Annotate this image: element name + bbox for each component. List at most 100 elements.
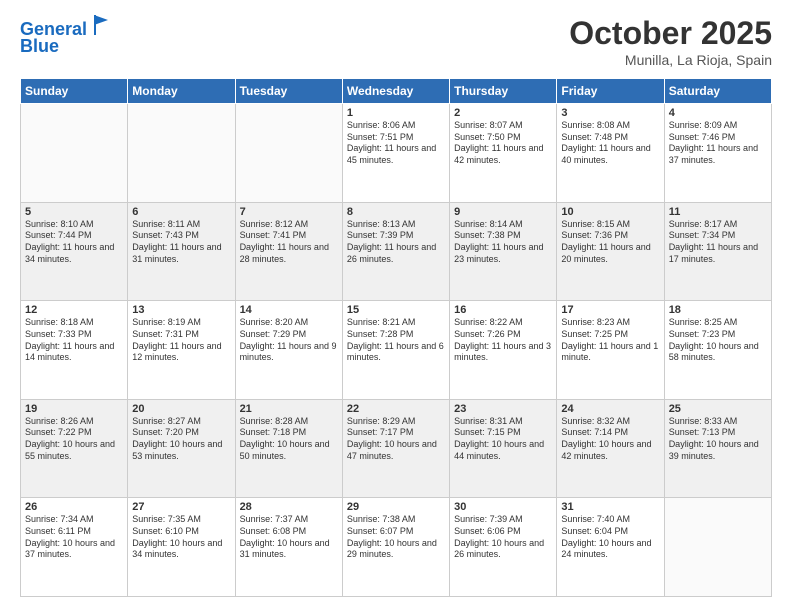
day-number: 6 (132, 206, 230, 218)
calendar-cell: 30Sunrise: 7:39 AM Sunset: 6:06 PM Dayli… (450, 498, 557, 597)
day-info: Sunrise: 8:26 AM Sunset: 7:22 PM Dayligh… (25, 416, 123, 463)
calendar-cell: 4Sunrise: 8:09 AM Sunset: 7:46 PM Daylig… (664, 104, 771, 203)
calendar-cell: 7Sunrise: 8:12 AM Sunset: 7:41 PM Daylig… (235, 202, 342, 301)
calendar-cell: 8Sunrise: 8:13 AM Sunset: 7:39 PM Daylig… (342, 202, 449, 301)
calendar-cell: 9Sunrise: 8:14 AM Sunset: 7:38 PM Daylig… (450, 202, 557, 301)
day-info: Sunrise: 8:12 AM Sunset: 7:41 PM Dayligh… (240, 219, 338, 266)
day-number: 7 (240, 206, 338, 218)
day-number: 19 (25, 403, 123, 415)
calendar-cell: 19Sunrise: 8:26 AM Sunset: 7:22 PM Dayli… (21, 399, 128, 498)
calendar-cell: 2Sunrise: 8:07 AM Sunset: 7:50 PM Daylig… (450, 104, 557, 203)
day-info: Sunrise: 8:13 AM Sunset: 7:39 PM Dayligh… (347, 219, 445, 266)
day-info: Sunrise: 8:14 AM Sunset: 7:38 PM Dayligh… (454, 219, 552, 266)
calendar-cell: 23Sunrise: 8:31 AM Sunset: 7:15 PM Dayli… (450, 399, 557, 498)
day-number: 5 (25, 206, 123, 218)
header-thursday: Thursday (450, 79, 557, 104)
title-block: October 2025 Munilla, La Rioja, Spain (569, 15, 772, 68)
day-info: Sunrise: 8:25 AM Sunset: 7:23 PM Dayligh… (669, 317, 767, 364)
calendar-cell: 20Sunrise: 8:27 AM Sunset: 7:20 PM Dayli… (128, 399, 235, 498)
day-number: 16 (454, 304, 552, 316)
day-info: Sunrise: 8:22 AM Sunset: 7:26 PM Dayligh… (454, 317, 552, 364)
day-number: 31 (561, 501, 659, 513)
day-info: Sunrise: 8:07 AM Sunset: 7:50 PM Dayligh… (454, 120, 552, 167)
day-info: Sunrise: 8:31 AM Sunset: 7:15 PM Dayligh… (454, 416, 552, 463)
day-number: 25 (669, 403, 767, 415)
day-number: 13 (132, 304, 230, 316)
day-number: 28 (240, 501, 338, 513)
logo-flag-icon (94, 15, 114, 35)
day-info: Sunrise: 8:21 AM Sunset: 7:28 PM Dayligh… (347, 317, 445, 364)
calendar-cell: 26Sunrise: 7:34 AM Sunset: 6:11 PM Dayli… (21, 498, 128, 597)
day-number: 1 (347, 107, 445, 119)
logo: General Blue (20, 15, 114, 57)
header-tuesday: Tuesday (235, 79, 342, 104)
day-number: 10 (561, 206, 659, 218)
calendar-cell: 31Sunrise: 7:40 AM Sunset: 6:04 PM Dayli… (557, 498, 664, 597)
day-number: 11 (669, 206, 767, 218)
day-info: Sunrise: 7:38 AM Sunset: 6:07 PM Dayligh… (347, 514, 445, 561)
calendar-cell: 24Sunrise: 8:32 AM Sunset: 7:14 PM Dayli… (557, 399, 664, 498)
day-number: 22 (347, 403, 445, 415)
day-info: Sunrise: 8:17 AM Sunset: 7:34 PM Dayligh… (669, 219, 767, 266)
calendar-cell: 16Sunrise: 8:22 AM Sunset: 7:26 PM Dayli… (450, 301, 557, 400)
day-info: Sunrise: 8:28 AM Sunset: 7:18 PM Dayligh… (240, 416, 338, 463)
calendar-table: Sunday Monday Tuesday Wednesday Thursday… (20, 78, 772, 597)
day-info: Sunrise: 7:35 AM Sunset: 6:10 PM Dayligh… (132, 514, 230, 561)
day-info: Sunrise: 8:18 AM Sunset: 7:33 PM Dayligh… (25, 317, 123, 364)
day-number: 30 (454, 501, 552, 513)
calendar-cell (21, 104, 128, 203)
calendar-cell: 27Sunrise: 7:35 AM Sunset: 6:10 PM Dayli… (128, 498, 235, 597)
day-number: 27 (132, 501, 230, 513)
day-info: Sunrise: 7:39 AM Sunset: 6:06 PM Dayligh… (454, 514, 552, 561)
week-row-2: 5Sunrise: 8:10 AM Sunset: 7:44 PM Daylig… (21, 202, 772, 301)
header-wednesday: Wednesday (342, 79, 449, 104)
calendar-cell: 28Sunrise: 7:37 AM Sunset: 6:08 PM Dayli… (235, 498, 342, 597)
calendar-subtitle: Munilla, La Rioja, Spain (569, 52, 772, 68)
day-info: Sunrise: 7:40 AM Sunset: 6:04 PM Dayligh… (561, 514, 659, 561)
day-number: 26 (25, 501, 123, 513)
day-info: Sunrise: 8:11 AM Sunset: 7:43 PM Dayligh… (132, 219, 230, 266)
calendar-cell: 3Sunrise: 8:08 AM Sunset: 7:48 PM Daylig… (557, 104, 664, 203)
day-number: 18 (669, 304, 767, 316)
page: General Blue October 2025 Munilla, La Ri… (0, 0, 792, 612)
calendar-cell: 18Sunrise: 8:25 AM Sunset: 7:23 PM Dayli… (664, 301, 771, 400)
day-number: 17 (561, 304, 659, 316)
week-row-1: 1Sunrise: 8:06 AM Sunset: 7:51 PM Daylig… (21, 104, 772, 203)
day-info: Sunrise: 7:37 AM Sunset: 6:08 PM Dayligh… (240, 514, 338, 561)
day-info: Sunrise: 8:32 AM Sunset: 7:14 PM Dayligh… (561, 416, 659, 463)
calendar-cell: 11Sunrise: 8:17 AM Sunset: 7:34 PM Dayli… (664, 202, 771, 301)
calendar-cell: 25Sunrise: 8:33 AM Sunset: 7:13 PM Dayli… (664, 399, 771, 498)
day-number: 21 (240, 403, 338, 415)
day-info: Sunrise: 8:10 AM Sunset: 7:44 PM Dayligh… (25, 219, 123, 266)
day-info: Sunrise: 8:06 AM Sunset: 7:51 PM Dayligh… (347, 120, 445, 167)
day-number: 3 (561, 107, 659, 119)
weekday-header-row: Sunday Monday Tuesday Wednesday Thursday… (21, 79, 772, 104)
day-number: 20 (132, 403, 230, 415)
calendar-cell: 29Sunrise: 7:38 AM Sunset: 6:07 PM Dayli… (342, 498, 449, 597)
calendar-cell: 12Sunrise: 8:18 AM Sunset: 7:33 PM Dayli… (21, 301, 128, 400)
calendar-cell: 5Sunrise: 8:10 AM Sunset: 7:44 PM Daylig… (21, 202, 128, 301)
calendar-title: October 2025 (569, 15, 772, 52)
header-friday: Friday (557, 79, 664, 104)
calendar-cell: 22Sunrise: 8:29 AM Sunset: 7:17 PM Dayli… (342, 399, 449, 498)
day-number: 23 (454, 403, 552, 415)
day-info: Sunrise: 8:09 AM Sunset: 7:46 PM Dayligh… (669, 120, 767, 167)
calendar-cell: 6Sunrise: 8:11 AM Sunset: 7:43 PM Daylig… (128, 202, 235, 301)
calendar-cell (128, 104, 235, 203)
day-info: Sunrise: 8:27 AM Sunset: 7:20 PM Dayligh… (132, 416, 230, 463)
day-number: 4 (669, 107, 767, 119)
day-number: 24 (561, 403, 659, 415)
calendar-cell: 13Sunrise: 8:19 AM Sunset: 7:31 PM Dayli… (128, 301, 235, 400)
calendar-cell: 10Sunrise: 8:15 AM Sunset: 7:36 PM Dayli… (557, 202, 664, 301)
day-number: 29 (347, 501, 445, 513)
calendar-cell: 17Sunrise: 8:23 AM Sunset: 7:25 PM Dayli… (557, 301, 664, 400)
day-info: Sunrise: 8:29 AM Sunset: 7:17 PM Dayligh… (347, 416, 445, 463)
day-info: Sunrise: 8:08 AM Sunset: 7:48 PM Dayligh… (561, 120, 659, 167)
day-info: Sunrise: 8:33 AM Sunset: 7:13 PM Dayligh… (669, 416, 767, 463)
calendar-cell (235, 104, 342, 203)
header: General Blue October 2025 Munilla, La Ri… (20, 15, 772, 68)
day-info: Sunrise: 8:19 AM Sunset: 7:31 PM Dayligh… (132, 317, 230, 364)
week-row-4: 19Sunrise: 8:26 AM Sunset: 7:22 PM Dayli… (21, 399, 772, 498)
day-info: Sunrise: 7:34 AM Sunset: 6:11 PM Dayligh… (25, 514, 123, 561)
day-number: 14 (240, 304, 338, 316)
